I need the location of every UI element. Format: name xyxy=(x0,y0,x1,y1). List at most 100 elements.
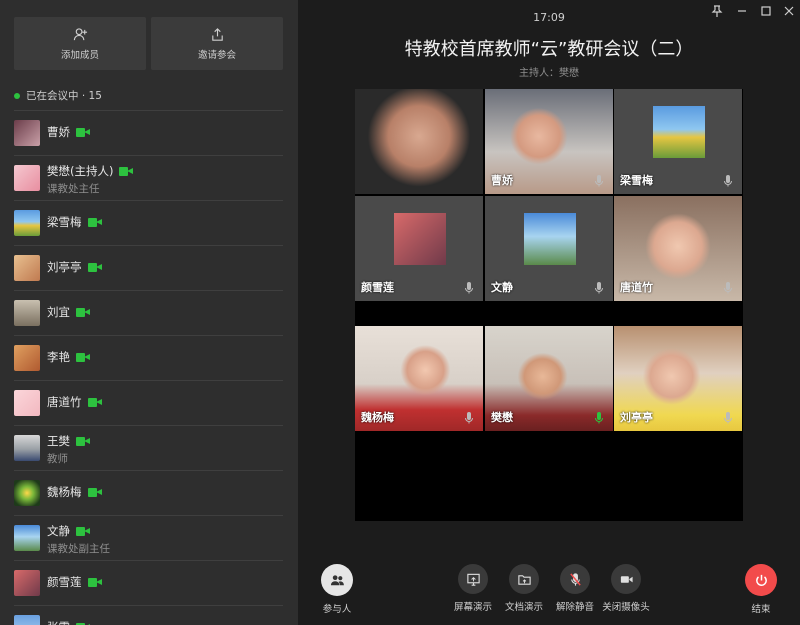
camera-icon xyxy=(620,575,633,583)
mic-icon xyxy=(724,175,732,187)
tile-name: 文静 xyxy=(491,281,513,294)
avatar xyxy=(14,255,40,281)
invite-button[interactable]: 邀请参会 xyxy=(151,17,283,70)
power-icon xyxy=(755,574,767,586)
participants-button[interactable]: 参与人 xyxy=(307,564,367,615)
tile-name: 梁雪梅 xyxy=(620,174,653,187)
empty-tile xyxy=(355,453,483,521)
avatar xyxy=(14,345,40,371)
tile-name: 刘亭亭 xyxy=(620,411,653,424)
meeting-title: 特教校首席教师“云”教研会议（二） xyxy=(404,39,694,60)
end-meeting-button[interactable]: 结束 xyxy=(731,564,791,615)
video-tile[interactable]: 梁雪梅 xyxy=(614,89,742,194)
avatar xyxy=(14,120,40,146)
member-item[interactable]: 刘宜 xyxy=(14,290,283,335)
member-name: 魏杨梅 xyxy=(47,485,82,499)
video-tile[interactable]: 文静 xyxy=(485,196,613,301)
camera-on-icon xyxy=(87,217,102,227)
camera-off-button[interactable]: 关闭摄像头 xyxy=(596,564,656,613)
member-name: 文静 xyxy=(47,524,70,538)
mic-icon xyxy=(465,282,473,294)
avatar xyxy=(14,570,40,596)
avatar xyxy=(653,106,705,158)
avatar xyxy=(14,210,40,236)
tile-name: 唐道竹 xyxy=(620,281,653,294)
camera-off-label: 关闭摄像头 xyxy=(602,602,650,613)
member-name: 樊懋(主持人) xyxy=(47,164,114,178)
share-icon xyxy=(211,27,223,41)
member-sidebar: 添加成员 邀请参会 已在会议中 · 15 曹娇 樊懋(主持人) 课教处主任 梁雪… xyxy=(0,0,298,625)
camera-on-icon xyxy=(76,352,90,362)
mic-icon xyxy=(595,175,603,187)
member-item[interactable]: 唐道竹 xyxy=(14,380,283,425)
camera-on-icon xyxy=(76,526,90,536)
camera-on-icon xyxy=(119,166,134,176)
end-label: 结束 xyxy=(751,604,771,615)
member-item[interactable]: 魏杨梅 xyxy=(14,470,283,515)
screen-share-icon xyxy=(466,573,480,586)
video-tile[interactable]: 唐道竹 xyxy=(614,196,742,301)
member-role: 课教处副主任 xyxy=(47,543,110,555)
video-tile[interactable]: 刘亭亭 xyxy=(614,326,742,431)
member-name: 梁雪梅 xyxy=(47,215,82,229)
avatar xyxy=(14,615,40,625)
member-name: 颜雪莲 xyxy=(47,575,82,589)
member-name: 张雷 xyxy=(47,619,70,625)
add-user-icon xyxy=(73,27,87,40)
mic-icon xyxy=(465,412,473,424)
camera-on-icon xyxy=(87,397,102,407)
avatar xyxy=(524,213,576,265)
member-name: 刘亭亭 xyxy=(47,260,82,274)
camera-on-icon xyxy=(76,127,90,137)
member-item[interactable]: 樊懋(主持人) 课教处主任 xyxy=(14,155,283,200)
member-item[interactable]: 王樊 教师 xyxy=(14,425,283,470)
mic-icon xyxy=(724,412,732,424)
member-name: 唐道竹 xyxy=(47,395,82,409)
in-meeting-count: 已在会议中 · 15 xyxy=(14,88,102,103)
avatar xyxy=(394,213,446,265)
mic-icon xyxy=(595,412,603,424)
member-item[interactable]: 梁雪梅 xyxy=(14,200,283,245)
member-item[interactable]: 文静 课教处副主任 xyxy=(14,515,283,560)
folder-share-icon xyxy=(517,574,531,585)
add-member-label: 添加成员 xyxy=(60,49,99,61)
tile-name: 颜雪莲 xyxy=(361,281,394,294)
video-tile[interactable]: 魏杨梅 xyxy=(355,326,483,431)
close-icon[interactable] xyxy=(782,4,796,18)
member-item[interactable]: 颜雪莲 xyxy=(14,560,283,605)
tile-name: 魏杨梅 xyxy=(361,411,394,424)
minimize-icon[interactable] xyxy=(735,4,749,18)
member-list: 曹娇 樊懋(主持人) 课教处主任 梁雪梅 刘亭亭 刘宜 李艳 唐道竹 王樊 教师… xyxy=(14,110,283,625)
tile-name: 曹娇 xyxy=(491,174,513,187)
maximize-icon[interactable] xyxy=(759,4,773,18)
camera-on-icon xyxy=(87,577,102,587)
pin-icon[interactable] xyxy=(710,4,724,18)
camera-on-icon xyxy=(76,436,90,446)
camera-on-icon xyxy=(76,307,90,317)
avatar xyxy=(14,165,40,191)
avatar xyxy=(14,480,40,506)
member-item[interactable]: 张雷 xyxy=(14,605,283,625)
mic-icon xyxy=(595,282,603,294)
video-grid: 曹娇 梁雪梅 颜雪莲 文静 唐道竹 魏杨梅 樊懋 刘亭亭 xyxy=(355,89,743,521)
member-name: 李艳 xyxy=(47,350,70,364)
people-icon xyxy=(330,574,344,585)
video-tile[interactable]: 曹娇 xyxy=(485,89,613,194)
member-item[interactable]: 刘亭亭 xyxy=(14,245,283,290)
member-item[interactable]: 李艳 xyxy=(14,335,283,380)
video-tile[interactable]: 颜雪莲 xyxy=(355,196,483,301)
meeting-host: 主持人：樊懋 xyxy=(519,68,579,79)
video-tile[interactable]: 樊懋 xyxy=(485,326,613,431)
add-member-button[interactable]: 添加成员 xyxy=(14,17,146,70)
meeting-main: 17:09 特教校首席教师“云”教研会议（二） 主持人：樊懋 曹娇 梁雪梅 颜雪… xyxy=(298,0,800,625)
avatar xyxy=(14,390,40,416)
invite-label: 邀请参会 xyxy=(197,49,236,61)
video-tile[interactable] xyxy=(355,89,483,194)
member-item[interactable]: 曹娇 xyxy=(14,110,283,155)
tile-name: 樊懋 xyxy=(491,411,513,424)
avatar xyxy=(14,300,40,326)
clock: 17:09 xyxy=(533,11,565,24)
in-meeting-label: 已在会议中 · 15 xyxy=(26,90,102,102)
mic-muted-icon xyxy=(569,572,581,586)
camera-on-icon xyxy=(87,262,102,272)
